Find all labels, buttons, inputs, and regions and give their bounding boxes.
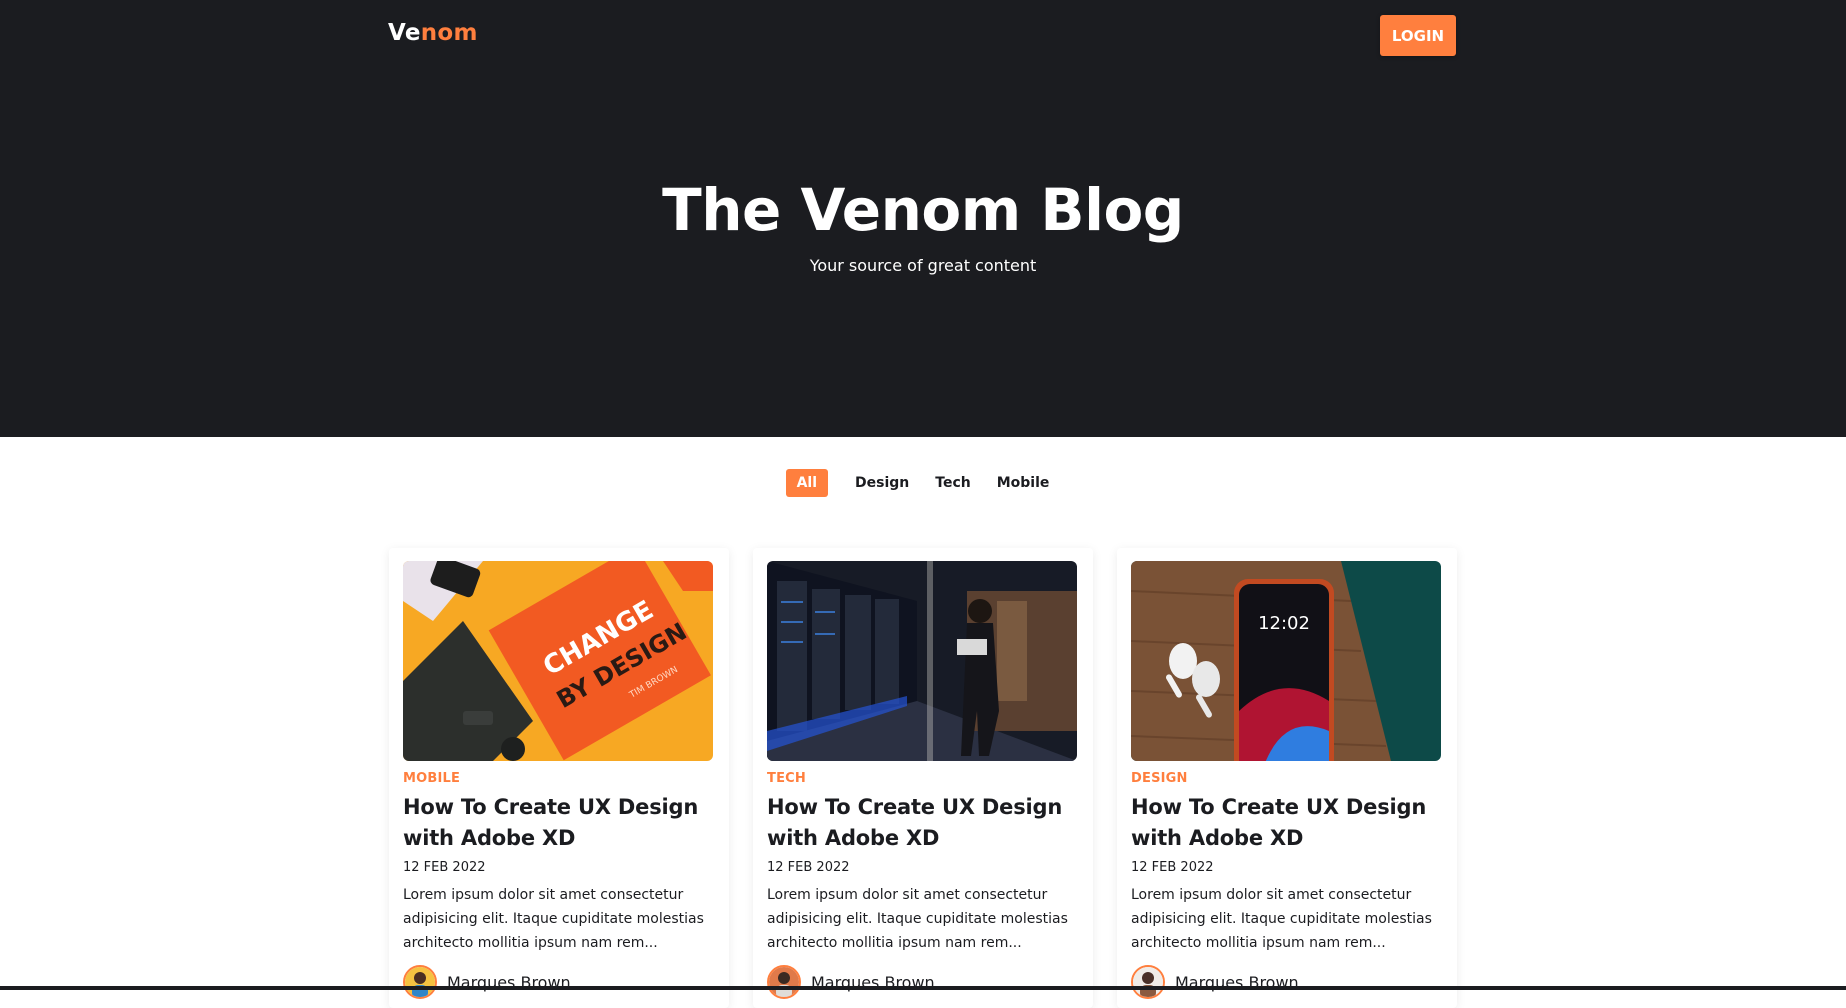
post-date: 12 FEB 2022 <box>767 860 850 875</box>
hero-section: Ve nom LOGIN The Venom Blog Your source o… <box>0 0 1846 437</box>
filter-all[interactable]: All <box>785 469 829 497</box>
avatar-image <box>1133 967 1163 997</box>
post-excerpt: Lorem ipsum dolor sit amet consectetur a… <box>1131 887 1432 951</box>
post-card[interactable]: 12:02 DESIGN How To Create UX Design wit… <box>1117 548 1457 1008</box>
post-author[interactable]: Marques Brown <box>767 965 1079 999</box>
post-card[interactable]: TECH How To Create UX Design with Adobe … <box>753 548 1093 1008</box>
post-excerpt: Lorem ipsum dolor sit amet consectetur a… <box>403 887 704 951</box>
post-category[interactable]: TECH <box>767 771 1079 786</box>
category-filters: All Design Tech Mobile <box>0 469 1846 497</box>
post-card[interactable]: CHANGE BY DESIGN TIM BROWN MOBILE How To… <box>389 548 729 1008</box>
avatar <box>403 965 437 999</box>
post-excerpt: Lorem ipsum dolor sit amet consectetur a… <box>767 887 1068 951</box>
post-title[interactable]: How To Create UX Design with Adobe XD <box>403 792 715 854</box>
post-date: 12 FEB 2022 <box>403 860 486 875</box>
post-grid: CHANGE BY DESIGN TIM BROWN MOBILE How To… <box>389 548 1457 1008</box>
book-illustration: CHANGE BY DESIGN TIM BROWN <box>403 561 713 761</box>
bottom-divider <box>0 986 1846 990</box>
post-author[interactable]: Marques Brown <box>403 965 715 999</box>
avatar <box>767 965 801 999</box>
post-title[interactable]: How To Create UX Design with Adobe XD <box>1131 792 1443 854</box>
avatar <box>1131 965 1165 999</box>
post-category[interactable]: DESIGN <box>1131 771 1443 786</box>
filter-mobile[interactable]: Mobile <box>986 469 1061 497</box>
hero-title: The Venom Blog <box>662 176 1184 244</box>
avatar-image <box>769 967 799 997</box>
logo-part-orange: nom <box>420 20 478 46</box>
filter-design[interactable]: Design <box>844 469 920 497</box>
post-image-book[interactable]: CHANGE BY DESIGN TIM BROWN <box>403 561 713 761</box>
avatar-image <box>405 967 435 997</box>
post-image-iphone[interactable]: 12:02 <box>1131 561 1441 761</box>
post-category[interactable]: MOBILE <box>403 771 715 786</box>
logo[interactable]: Ve nom <box>388 20 478 46</box>
server-room-illustration <box>767 561 1077 761</box>
phone-time: 12:02 <box>1258 613 1310 634</box>
hero-subtitle: Your source of great content <box>809 256 1037 275</box>
login-button[interactable]: LOGIN <box>1380 15 1456 56</box>
post-image-server-room[interactable] <box>767 561 1077 761</box>
post-date: 12 FEB 2022 <box>1131 860 1214 875</box>
post-author[interactable]: Marques Brown <box>1131 965 1443 999</box>
post-title[interactable]: How To Create UX Design with Adobe XD <box>767 792 1079 854</box>
iphone-illustration: 12:02 <box>1131 561 1441 761</box>
filter-tech[interactable]: Tech <box>924 469 981 497</box>
logo-part-white: Ve <box>388 20 421 46</box>
